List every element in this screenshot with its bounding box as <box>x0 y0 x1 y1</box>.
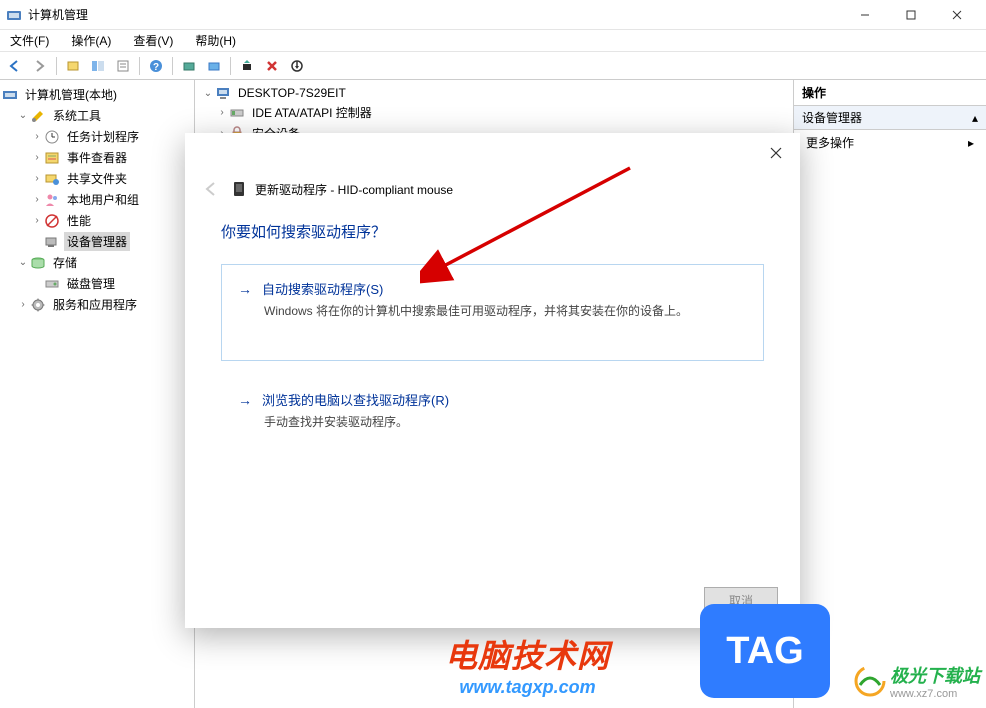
option-browse[interactable]: → 浏览我的电脑以查找驱动程序(R) 手动查找并安装驱动程序。 <box>221 375 764 446</box>
menu-file[interactable]: 文件(F) <box>6 30 53 51</box>
collapse-icon[interactable]: ⌄ <box>201 88 215 99</box>
left-tree: 计算机管理(本地) ⌄ 系统工具 › 任务计划程序 › 事件查看器 › 共享文件… <box>2 84 192 315</box>
watermark-xz7: 极光下载站 www.xz7.com <box>854 662 980 700</box>
menu-view[interactable]: 查看(V) <box>129 30 177 51</box>
computer-icon <box>215 85 231 101</box>
device-root[interactable]: ⌄ DESKTOP-7S29EIT <box>201 84 787 102</box>
expand-icon[interactable]: › <box>30 173 44 184</box>
perf-icon <box>44 213 60 229</box>
dialog-close-button[interactable] <box>756 137 796 169</box>
view-button[interactable] <box>203 55 225 77</box>
help-button[interactable]: ? <box>145 55 167 77</box>
tree-services[interactable]: › 服务和应用程序 <box>2 294 192 315</box>
expand-icon[interactable]: › <box>30 194 44 205</box>
menu-action[interactable]: 操作(A) <box>67 30 115 51</box>
menu-help[interactable]: 帮助(H) <box>191 30 240 51</box>
clock-icon <box>44 129 60 145</box>
ide-icon <box>229 105 245 121</box>
up-button[interactable] <box>62 55 84 77</box>
watermark-tag-badge: TAG <box>700 604 830 698</box>
tree-shared-folders[interactable]: › 共享文件夹 <box>2 168 192 189</box>
expand-icon[interactable]: › <box>16 299 30 310</box>
share-icon <box>44 171 60 187</box>
maximize-button[interactable] <box>888 0 934 30</box>
tree-device-manager[interactable]: › 设备管理器 <box>2 231 192 252</box>
actions-section-device-mgr[interactable]: 设备管理器 ▴ <box>794 106 986 130</box>
submenu-arrow-icon: ▸ <box>968 136 974 150</box>
device-ide[interactable]: › IDE ATA/ATAPI 控制器 <box>201 102 787 123</box>
properties-button[interactable] <box>112 55 134 77</box>
tree-local-users[interactable]: › 本地用户和组 <box>2 189 192 210</box>
disk-icon <box>44 276 60 292</box>
expand-icon[interactable]: › <box>30 131 44 142</box>
tools-icon <box>30 108 46 124</box>
disable-button[interactable] <box>286 55 308 77</box>
app-icon <box>6 7 22 23</box>
tree-performance[interactable]: › 性能 <box>2 210 192 231</box>
show-hide-tree-button[interactable] <box>87 55 109 77</box>
menubar: 文件(F) 操作(A) 查看(V) 帮助(H) <box>0 30 986 52</box>
computer-mgmt-icon <box>2 87 18 103</box>
services-icon <box>30 297 46 313</box>
left-pane: 计算机管理(本地) ⌄ 系统工具 › 任务计划程序 › 事件查看器 › 共享文件… <box>0 80 195 708</box>
svg-text:?: ? <box>153 62 159 73</box>
dialog-back-button <box>199 177 223 201</box>
tree-task-scheduler[interactable]: › 任务计划程序 <box>2 126 192 147</box>
dialog-question: 你要如何搜索驱动程序？ <box>221 221 764 242</box>
close-button[interactable] <box>934 0 980 30</box>
collapse-icon[interactable]: ⌄ <box>16 110 30 121</box>
update-driver-button[interactable] <box>236 55 258 77</box>
update-driver-dialog: 更新驱动程序 - HID-compliant mouse 你要如何搜索驱动程序？… <box>185 133 800 628</box>
tree-system-tools[interactable]: ⌄ 系统工具 <box>2 105 192 126</box>
collapse-arrow-icon: ▴ <box>972 111 978 125</box>
tree-storage[interactable]: ⌄ 存储 <box>2 252 192 273</box>
watermark-tagxp: 电脑技术网 www.tagxp.com <box>445 631 610 698</box>
event-icon <box>44 150 60 166</box>
window-title: 计算机管理 <box>28 6 842 23</box>
minimize-button[interactable] <box>842 0 888 30</box>
forward-button[interactable] <box>29 55 51 77</box>
actions-header: 操作 <box>794 80 986 106</box>
toolbar: ? <box>0 52 986 80</box>
storage-icon <box>30 255 46 271</box>
actions-more[interactable]: 更多操作 ▸ <box>794 130 986 155</box>
titlebar: 计算机管理 <box>0 0 986 30</box>
aurora-icon <box>854 665 886 697</box>
arrow-right-icon: → <box>238 281 252 297</box>
option-auto-search[interactable]: → 自动搜索驱动程序(S) Windows 将在你的计算机中搜索最佳可用驱动程序… <box>221 264 764 361</box>
expand-icon[interactable]: › <box>30 215 44 226</box>
expand-icon[interactable]: › <box>30 152 44 163</box>
device-mgr-icon <box>44 234 60 250</box>
dialog-title: 更新驱动程序 - HID-compliant mouse <box>255 181 453 198</box>
users-icon <box>44 192 60 208</box>
tree-event-viewer[interactable]: › 事件查看器 <box>2 147 192 168</box>
back-button[interactable] <box>4 55 26 77</box>
tree-root[interactable]: 计算机管理(本地) <box>2 84 192 105</box>
collapse-icon[interactable]: ⌄ <box>16 257 30 268</box>
arrow-right-icon: → <box>238 392 252 408</box>
device-icon <box>231 181 247 197</box>
expand-icon[interactable]: › <box>215 107 229 118</box>
uninstall-button[interactable] <box>261 55 283 77</box>
tree-disk-management[interactable]: › 磁盘管理 <box>2 273 192 294</box>
scan-hardware-button[interactable] <box>178 55 200 77</box>
